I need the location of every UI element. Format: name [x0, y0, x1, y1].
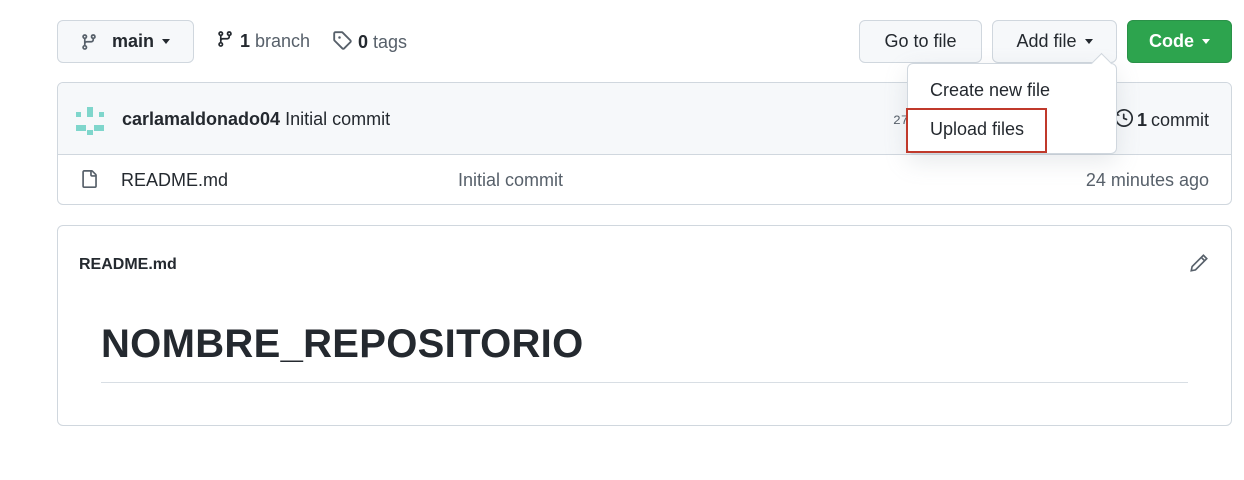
- commit-summary: carlamaldonado04 Initial commit: [122, 109, 390, 130]
- chevron-down-icon: [162, 39, 171, 44]
- tag-count: 0: [358, 32, 369, 52]
- branch-count: 1: [240, 31, 251, 51]
- file-icon: [80, 169, 98, 194]
- file-row[interactable]: README.md Initial commit 24 minutes ago: [58, 155, 1231, 204]
- branches-link[interactable]: 1 branch: [216, 30, 310, 53]
- add-file-label: Add file: [1016, 31, 1077, 51]
- chevron-down-icon: [1084, 39, 1093, 44]
- pencil-icon[interactable]: [1189, 253, 1209, 278]
- upload-files-highlight-box: [906, 108, 1047, 153]
- heading-divider: [101, 382, 1188, 383]
- tags-link[interactable]: 0 tags: [332, 30, 407, 55]
- commit-count-link[interactable]: 1 commit: [1114, 108, 1209, 132]
- commit-count: 1: [1136, 110, 1147, 130]
- clock-icon: [1114, 108, 1133, 132]
- menu-item-create-new-file[interactable]: Create new file: [930, 80, 1050, 101]
- commit-author-link[interactable]: carlamaldonado04: [122, 109, 280, 129]
- avatar-identicon[interactable]: [76, 107, 104, 135]
- commit-message[interactable]: Initial commit: [285, 109, 390, 129]
- tag-icon: [332, 30, 352, 55]
- branch-label: branch: [255, 31, 311, 51]
- branch-icon: [80, 33, 98, 51]
- branch-icon: [216, 30, 234, 53]
- code-label: Code: [1149, 31, 1194, 51]
- go-to-file-label: Go to file: [884, 31, 957, 51]
- file-commit-time: 24 minutes ago: [1085, 170, 1209, 190]
- branch-name: main: [112, 31, 155, 51]
- readme-panel: README.md NOMBRE_REPOSITORIO: [57, 225, 1232, 426]
- chevron-down-icon: [1202, 39, 1210, 44]
- file-commit-message[interactable]: Initial commit: [458, 170, 563, 191]
- go-to-file-button[interactable]: Go to file: [859, 20, 982, 63]
- branch-selector-button[interactable]: main: [57, 20, 194, 63]
- commit-label: commit: [1151, 110, 1209, 130]
- code-button[interactable]: Code: [1127, 20, 1232, 63]
- readme-heading: NOMBRE_REPOSITORIO: [101, 322, 584, 366]
- file-name-link[interactable]: README.md: [121, 170, 228, 191]
- tag-label: tags: [373, 32, 408, 52]
- readme-title: README.md: [79, 256, 177, 273]
